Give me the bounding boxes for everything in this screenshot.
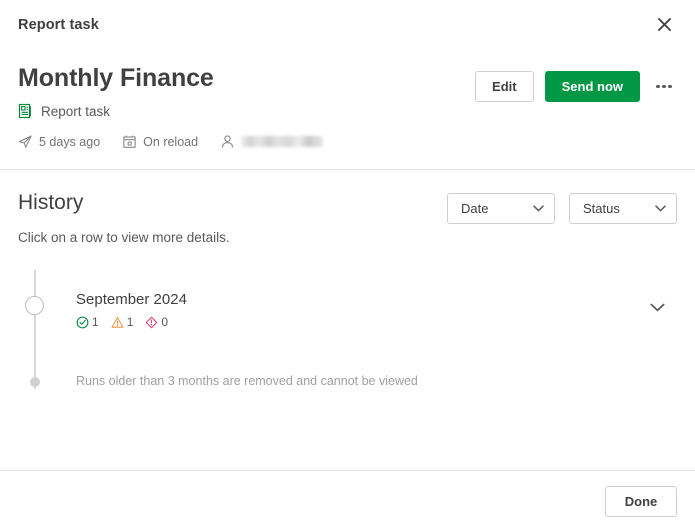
meta-owner bbox=[220, 134, 324, 149]
meta-owner-name-redacted bbox=[241, 136, 324, 147]
dialog-footer: Done bbox=[0, 470, 695, 531]
task-metadata: 5 days ago On reload bbox=[18, 134, 345, 149]
task-type-label: Report task bbox=[41, 103, 111, 119]
dialog-titlebar: Report task bbox=[0, 0, 695, 49]
timeline-marker-dot bbox=[29, 377, 40, 387]
history-title: History bbox=[18, 191, 84, 214]
timeline-marker-ring bbox=[25, 296, 44, 315]
history-section: History Click on a row to view more deta… bbox=[0, 170, 695, 470]
user-icon bbox=[221, 135, 234, 148]
task-header: Monthly Finance Report task 5 days ago O… bbox=[0, 49, 695, 170]
meta-schedule-text: On reload bbox=[143, 134, 199, 149]
task-type-row: Report task bbox=[18, 103, 345, 119]
task-actions: Edit Send now bbox=[475, 63, 677, 102]
meta-last-run: 5 days ago bbox=[18, 134, 100, 149]
task-header-info: Monthly Finance Report task 5 days ago O… bbox=[18, 63, 345, 149]
report-task-icon bbox=[18, 103, 31, 119]
more-options-button[interactable] bbox=[651, 74, 677, 100]
status-warning: 1 bbox=[111, 315, 134, 329]
edit-button[interactable]: Edit bbox=[475, 71, 534, 102]
filter-status-dropdown[interactable]: Status bbox=[569, 193, 677, 224]
page-title: Monthly Finance bbox=[18, 64, 214, 92]
chevron-down-icon bbox=[533, 205, 544, 212]
calendar-icon bbox=[123, 135, 136, 148]
retention-note-text: Runs older than 3 months are removed and… bbox=[76, 374, 418, 388]
close-button[interactable] bbox=[651, 12, 677, 38]
kebab-menu-icon bbox=[656, 84, 660, 89]
warning-triangle-icon bbox=[111, 316, 124, 328]
close-icon bbox=[657, 18, 671, 31]
chevron-down-icon bbox=[655, 205, 666, 212]
error-diamond-icon bbox=[146, 316, 158, 328]
report-task-dialog: Report task Monthly Finance Report task bbox=[0, 0, 695, 531]
done-button[interactable]: Done bbox=[605, 485, 677, 517]
history-timeline: September 2024 1 1 0 Runs older than 3 m… bbox=[18, 270, 677, 389]
status-success: 1 bbox=[76, 315, 99, 329]
status-warning-count: 1 bbox=[126, 315, 134, 329]
run-info: September 2024 1 1 0 bbox=[76, 291, 187, 329]
filter-date-label: Date bbox=[461, 201, 489, 216]
chevron-down-icon bbox=[650, 303, 665, 312]
run-date-label: September 2024 bbox=[76, 291, 187, 308]
status-error: 0 bbox=[145, 315, 168, 329]
history-run-row-wrapper: September 2024 1 1 0 bbox=[25, 270, 677, 350]
send-paper-plane-icon bbox=[18, 135, 32, 148]
kebab-menu-icon bbox=[668, 84, 672, 89]
kebab-menu-icon bbox=[662, 84, 666, 89]
timeline-retention-note: Runs older than 3 months are removed and… bbox=[29, 373, 677, 389]
table-row[interactable]: September 2024 1 1 0 bbox=[34, 270, 677, 350]
success-check-circle-icon bbox=[76, 316, 89, 328]
meta-schedule: On reload bbox=[122, 134, 198, 149]
filter-status-label: Status bbox=[583, 201, 620, 216]
filter-date-dropdown[interactable]: Date bbox=[447, 193, 555, 224]
send-now-button[interactable]: Send now bbox=[544, 71, 640, 102]
history-heading-group: History Click on a row to view more deta… bbox=[18, 190, 230, 245]
history-filters: Date Status bbox=[447, 190, 677, 224]
run-status-summary: 1 1 0 bbox=[76, 315, 187, 329]
dialog-title: Report task bbox=[18, 16, 99, 33]
history-hint: Click on a row to view more details. bbox=[18, 230, 230, 245]
status-error-count: 0 bbox=[161, 315, 169, 329]
status-success-count: 1 bbox=[92, 315, 99, 329]
meta-last-run-text: 5 days ago bbox=[39, 134, 101, 149]
expand-run-button[interactable] bbox=[650, 291, 665, 317]
